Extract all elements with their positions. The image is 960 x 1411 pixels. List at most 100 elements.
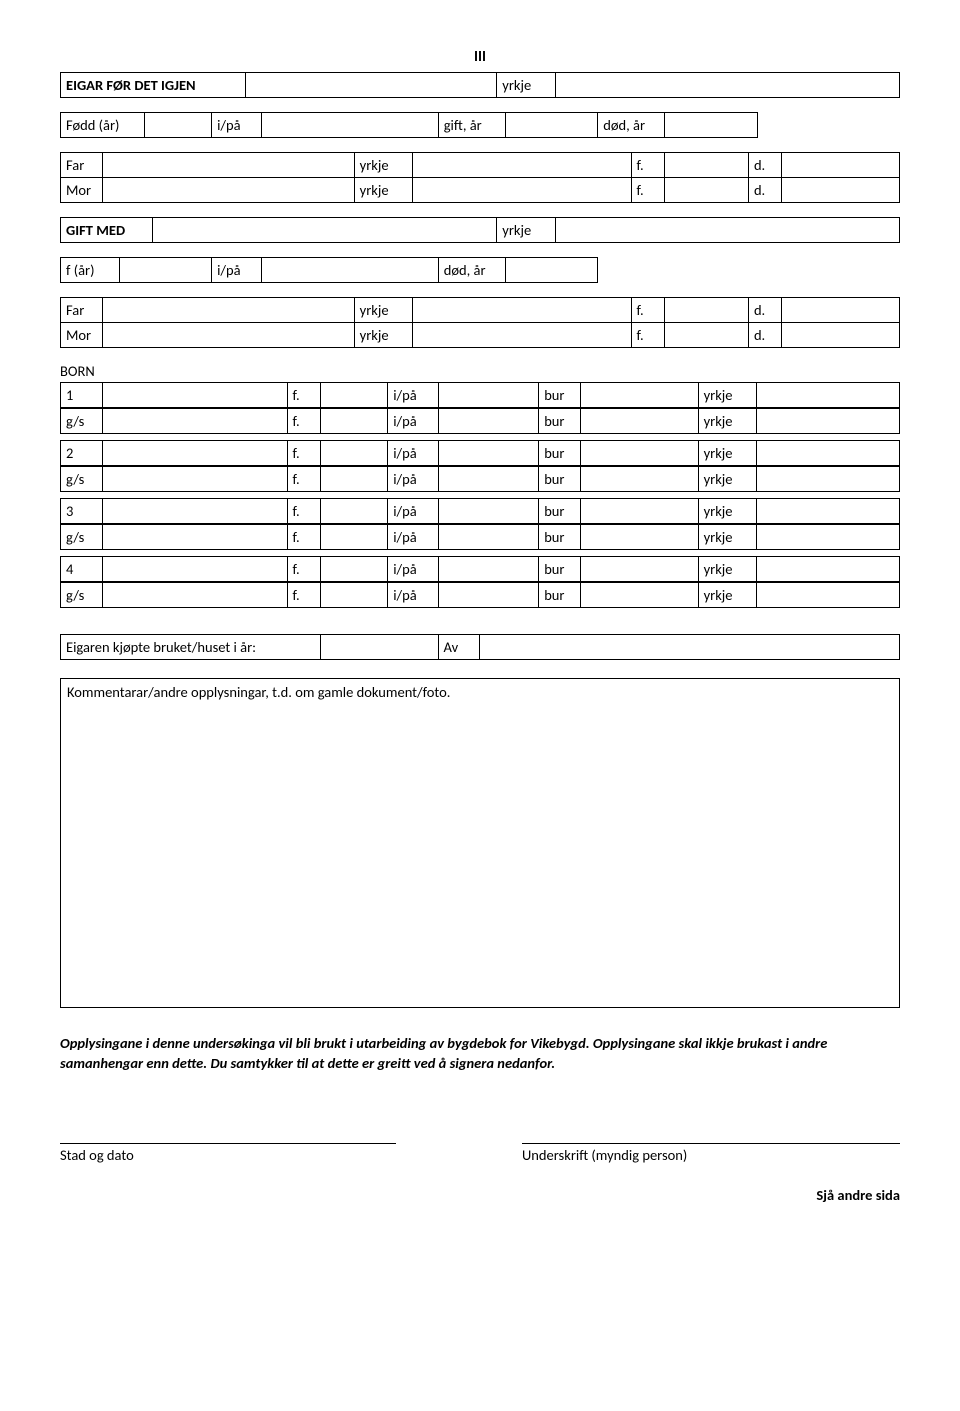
mor-d: d.	[748, 178, 782, 203]
born-f-field[interactable]	[321, 383, 388, 408]
born-ipa-field[interactable]	[438, 499, 539, 524]
far-d-field[interactable]	[782, 153, 900, 178]
far2-yrkje[interactable]	[413, 298, 631, 323]
born-row: g/s f. i/på bur yrkje	[60, 582, 900, 608]
giftmed-name[interactable]	[153, 218, 497, 243]
far2-name[interactable]	[102, 298, 354, 323]
sig-left-label: Stad og dato	[60, 1146, 396, 1164]
born-bur-field[interactable]	[581, 557, 698, 582]
born-f-field[interactable]	[321, 441, 388, 466]
born-bur-field[interactable]	[581, 441, 698, 466]
born-name[interactable]	[102, 583, 287, 608]
far-name[interactable]	[102, 153, 354, 178]
far2-yrkje-label: yrkje	[354, 298, 413, 323]
born-f-field[interactable]	[321, 409, 388, 434]
far2-f-field[interactable]	[665, 298, 749, 323]
born-yrkje: yrkje	[698, 583, 757, 608]
born-f: f.	[287, 409, 321, 434]
born-yrkje-field[interactable]	[757, 525, 900, 550]
gift-field[interactable]	[505, 113, 597, 138]
mor2-d-field[interactable]	[782, 323, 900, 348]
born-f: f.	[287, 557, 321, 582]
born-f-field[interactable]	[321, 467, 388, 492]
comment-label: Kommentarar/andre opplysningar, t.d. om …	[67, 683, 450, 701]
born-name[interactable]	[102, 441, 287, 466]
born-bur-field[interactable]	[581, 525, 698, 550]
mor-label: Mor	[61, 178, 103, 203]
born-ipa: i/på	[388, 557, 438, 582]
born-yrkje-field[interactable]	[757, 383, 900, 408]
born-name[interactable]	[102, 557, 287, 582]
born-yrkje-field[interactable]	[757, 409, 900, 434]
fodd-label: Fødd (år)	[61, 113, 145, 138]
comment-box[interactable]: Kommentarar/andre opplysningar, t.d. om …	[60, 678, 900, 1008]
far-yrkje[interactable]	[413, 153, 631, 178]
bought-year[interactable]	[321, 635, 438, 660]
born-f-field[interactable]	[321, 557, 388, 582]
dod-field[interactable]	[665, 113, 757, 138]
spouse-ipa-field[interactable]	[262, 258, 438, 283]
born-bur: bur	[539, 557, 581, 582]
born-yrkje-field[interactable]	[757, 467, 900, 492]
born-name[interactable]	[102, 383, 287, 408]
born-ipa-field[interactable]	[438, 557, 539, 582]
born-yrkje-field[interactable]	[757, 557, 900, 582]
born-f-field[interactable]	[321, 583, 388, 608]
born-n: g/s	[61, 409, 103, 434]
born-n: 2	[61, 441, 103, 466]
spouse-dod-field[interactable]	[505, 258, 597, 283]
born-row: 2 f. i/på bur yrkje	[60, 440, 900, 466]
giftmed-yrkje-label: yrkje	[497, 218, 556, 243]
born-ipa-field[interactable]	[438, 467, 539, 492]
ipa-field[interactable]	[262, 113, 438, 138]
giftmed-table: GIFT MED yrkje	[60, 217, 900, 243]
born-ipa-field[interactable]	[438, 525, 539, 550]
mor-f-field[interactable]	[665, 178, 749, 203]
born-f: f.	[287, 525, 321, 550]
born-bur: bur	[539, 441, 581, 466]
far2-d-field[interactable]	[782, 298, 900, 323]
mor2-name[interactable]	[102, 323, 354, 348]
bought-av-label: Av	[438, 635, 480, 660]
born-row: 3 f. i/på bur yrkje	[60, 498, 900, 524]
born-f-field[interactable]	[321, 525, 388, 550]
spouse-far-field[interactable]	[119, 258, 211, 283]
owner-name-field[interactable]	[245, 73, 497, 98]
mor-name[interactable]	[102, 178, 354, 203]
born-bur-field[interactable]	[581, 467, 698, 492]
fodd-field[interactable]	[144, 113, 211, 138]
owner-label: EIGAR FØR DET IGJEN	[61, 73, 246, 98]
born-yrkje-field[interactable]	[757, 499, 900, 524]
born-yrkje: yrkje	[698, 525, 757, 550]
mor-f: f.	[631, 178, 665, 203]
far-label: Far	[61, 153, 103, 178]
born-ipa-field[interactable]	[438, 409, 539, 434]
owner-yrkje-field[interactable]	[555, 73, 899, 98]
ipa-label: i/på	[212, 113, 262, 138]
born-f-field[interactable]	[321, 499, 388, 524]
mor-yrkje[interactable]	[413, 178, 631, 203]
born-ipa-field[interactable]	[438, 583, 539, 608]
bought-av-field[interactable]	[480, 635, 900, 660]
born-yrkje: yrkje	[698, 467, 757, 492]
mor-d-field[interactable]	[782, 178, 900, 203]
born-ipa-field[interactable]	[438, 441, 539, 466]
born-yrkje-field[interactable]	[757, 441, 900, 466]
far-f-field[interactable]	[665, 153, 749, 178]
born-ipa-field[interactable]	[438, 383, 539, 408]
born-name[interactable]	[102, 499, 287, 524]
born-bur-field[interactable]	[581, 499, 698, 524]
born-n: g/s	[61, 467, 103, 492]
giftmed-yrkje[interactable]	[555, 218, 899, 243]
born-bur-field[interactable]	[581, 583, 698, 608]
born-f: f.	[287, 467, 321, 492]
born-bur-field[interactable]	[581, 383, 698, 408]
born-name[interactable]	[102, 525, 287, 550]
born-name[interactable]	[102, 467, 287, 492]
mor2-yrkje[interactable]	[413, 323, 631, 348]
mor2-f-field[interactable]	[665, 323, 749, 348]
born-n: g/s	[61, 583, 103, 608]
born-yrkje-field[interactable]	[757, 583, 900, 608]
born-bur-field[interactable]	[581, 409, 698, 434]
born-name[interactable]	[102, 409, 287, 434]
